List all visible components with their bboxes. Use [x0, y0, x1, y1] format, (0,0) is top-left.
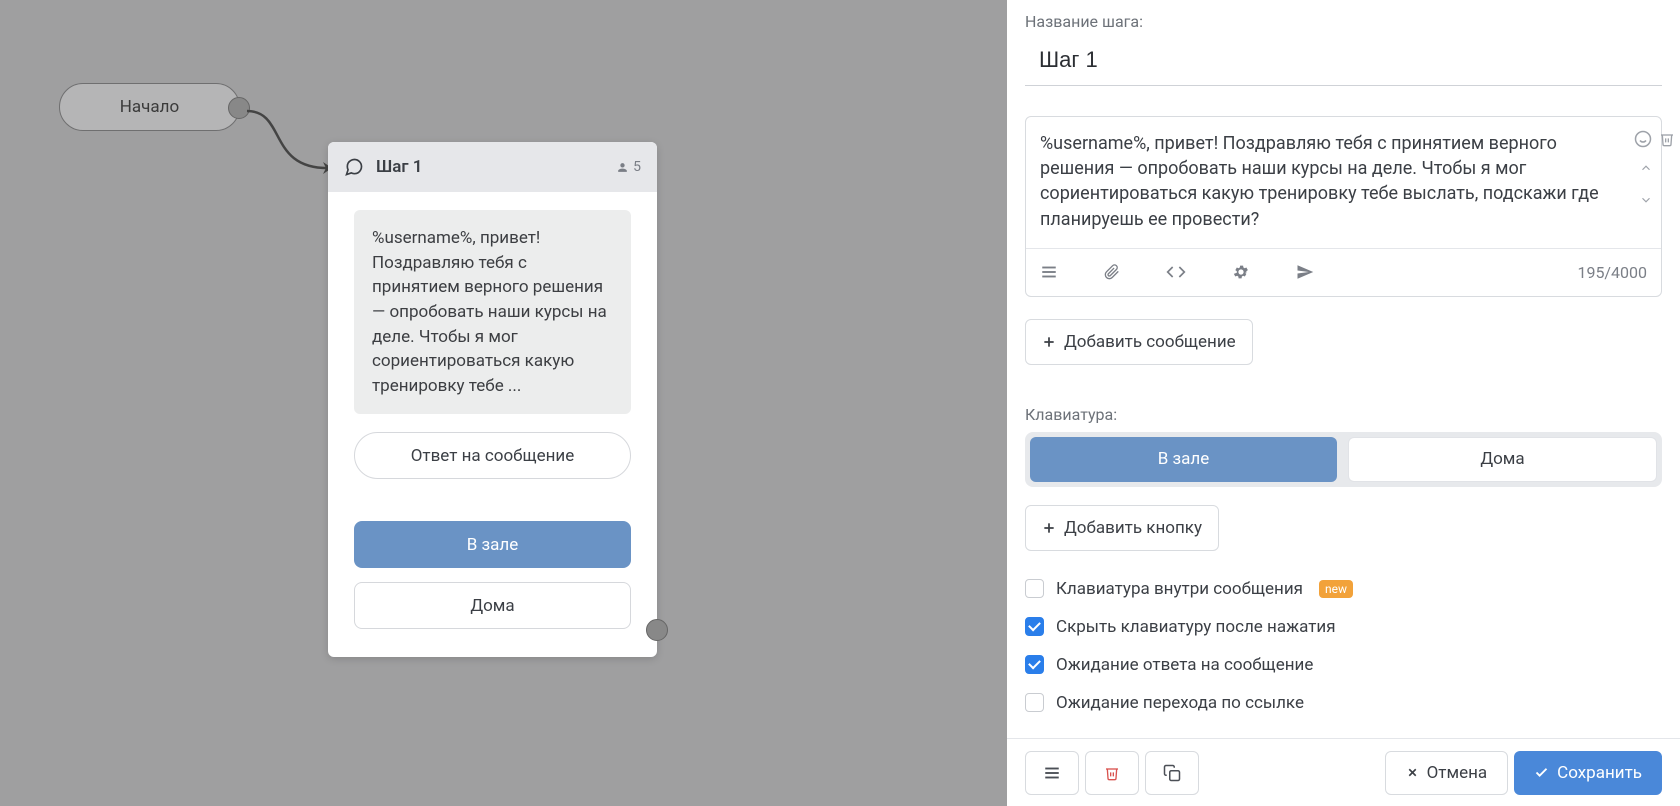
plus-icon	[1042, 521, 1056, 535]
checkbox[interactable]	[1025, 693, 1044, 712]
step-output-port[interactable]	[646, 619, 668, 641]
keyboard-label: Клавиатура:	[1025, 405, 1662, 424]
step-body: %username%, привет! Поздравляю тебя с пр…	[328, 192, 657, 657]
start-output-port[interactable]	[228, 97, 250, 119]
keyboard-pill-gym[interactable]: В зале	[1030, 437, 1337, 482]
message-preview: %username%, привет! Поздравляю тебя с пр…	[354, 210, 631, 414]
add-keyboard-button[interactable]: Добавить кнопку	[1025, 505, 1219, 551]
delete-button[interactable]	[1085, 751, 1139, 795]
start-label: Начало	[120, 97, 179, 117]
reply-button[interactable]: Ответ на сообщение	[354, 432, 631, 479]
step-name-input[interactable]	[1025, 37, 1662, 86]
user-icon	[616, 161, 629, 174]
step-card[interactable]: Шаг 1 5 %username%, привет! Поздравляю т…	[328, 142, 657, 657]
panel-scroll[interactable]: Название шага: %username%, привет! Поздр…	[1007, 0, 1680, 738]
char-counter: 195/4000	[1577, 263, 1647, 282]
editor-panel: Название шага: %username%, привет! Поздр…	[1007, 0, 1680, 806]
check-wait-reply[interactable]: Ожидание ответа на сообщение	[1025, 655, 1662, 675]
user-count: 5	[616, 159, 641, 175]
menu-button[interactable]	[1025, 751, 1079, 795]
code-icon[interactable]	[1166, 262, 1186, 282]
gear-icon[interactable]	[1232, 263, 1250, 281]
keyboard-button-home[interactable]: Дома	[354, 582, 631, 629]
save-button[interactable]: Сохранить	[1514, 751, 1662, 795]
close-icon	[1406, 766, 1419, 779]
step-name-label: Название шага:	[1025, 12, 1662, 31]
panel-footer: Отмена Сохранить	[1007, 738, 1680, 806]
cancel-button[interactable]: Отмена	[1385, 751, 1509, 795]
attachment-icon[interactable]	[1104, 264, 1120, 280]
flow-canvas[interactable]: Начало Шаг 1 5 %username%, привет! Поздр…	[0, 0, 1007, 806]
copy-button[interactable]	[1145, 751, 1199, 795]
menu-icon[interactable]	[1040, 263, 1058, 281]
step-header: Шаг 1 5	[328, 142, 657, 192]
check-wait-link[interactable]: Ожидание перехода по ссылке	[1025, 693, 1662, 713]
check-inline-keyboard[interactable]: Клавиатура внутри сообщения new	[1025, 579, 1662, 599]
start-node[interactable]: Начало	[59, 83, 240, 131]
keyboard-pill-home[interactable]: Дома	[1348, 437, 1657, 482]
add-message-button[interactable]: Добавить сообщение	[1025, 319, 1253, 365]
checkbox[interactable]	[1025, 655, 1044, 674]
new-badge: new	[1319, 580, 1353, 598]
message-toolbar: 195/4000	[1026, 248, 1661, 296]
check-hide-keyboard[interactable]: Скрыть клавиатуру после нажатия	[1025, 617, 1662, 637]
message-editor: %username%, привет! Поздравляю тебя с пр…	[1025, 116, 1662, 297]
chevron-up-icon[interactable]	[1639, 161, 1653, 175]
plus-icon	[1042, 335, 1056, 349]
checkbox[interactable]	[1025, 579, 1044, 598]
trash-icon[interactable]	[1657, 129, 1677, 149]
checkbox[interactable]	[1025, 617, 1044, 636]
message-textarea[interactable]: %username%, привет! Поздравляю тебя с пр…	[1026, 117, 1661, 248]
keyboard-button-gym[interactable]: В зале	[354, 521, 631, 568]
chevron-down-icon[interactable]	[1639, 193, 1653, 207]
keyboard-row: В зале Дома	[1025, 432, 1662, 487]
checkbox-list: Клавиатура внутри сообщения new Скрыть к…	[1025, 579, 1662, 713]
step-title: Шаг 1	[376, 157, 422, 177]
chat-icon	[344, 157, 364, 177]
check-icon	[1534, 765, 1549, 780]
emoji-icon[interactable]	[1633, 129, 1653, 149]
send-icon[interactable]	[1296, 263, 1314, 281]
